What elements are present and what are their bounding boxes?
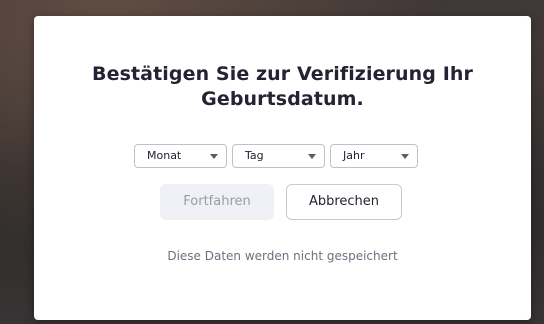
chevron-down-icon <box>210 154 218 159</box>
year-select-value: Jahr <box>343 149 365 162</box>
day-select[interactable]: Tag <box>232 144 325 168</box>
year-select[interactable]: Jahr <box>330 144 418 168</box>
month-select[interactable]: Monat <box>134 144 227 168</box>
cancel-button[interactable]: Abbrechen <box>286 184 402 220</box>
privacy-note: Diese Daten werden nicht gespeichert <box>167 249 398 263</box>
chevron-down-icon <box>308 154 316 159</box>
continue-button[interactable]: Fortfahren <box>160 184 274 220</box>
day-select-value: Tag <box>245 149 264 162</box>
dialog-title: Bestätigen Sie zur Verifizierung Ihr Geb… <box>92 63 473 110</box>
birthdate-verification-dialog: Bestätigen Sie zur Verifizierung Ihr Geb… <box>34 16 531 320</box>
chevron-down-icon <box>401 154 409 159</box>
month-select-value: Monat <box>147 149 182 162</box>
birthdate-selects: Monat Tag Jahr <box>134 144 418 170</box>
